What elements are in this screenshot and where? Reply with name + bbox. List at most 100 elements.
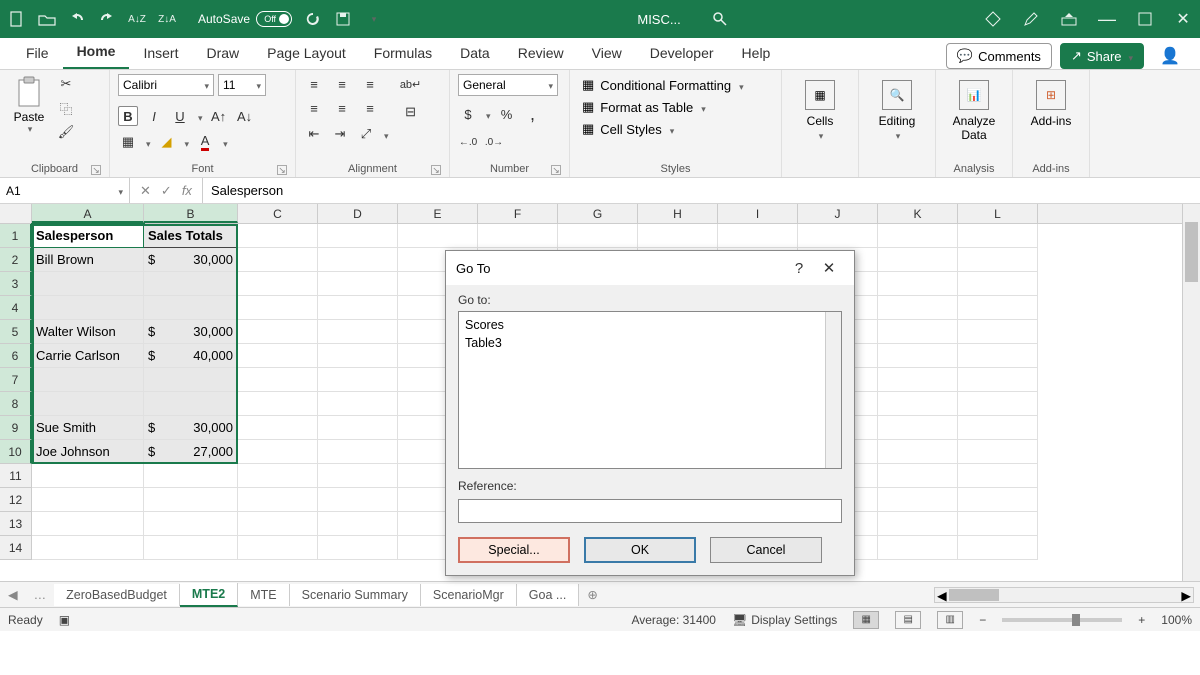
cell[interactable] (32, 536, 144, 560)
cell[interactable] (238, 416, 318, 440)
cell-styles-button[interactable]: ▦Cell Styles (578, 120, 748, 138)
decrease-indent-icon[interactable]: ⇤ (304, 124, 324, 144)
align-center-icon[interactable]: ≡ (332, 98, 352, 118)
cell[interactable] (958, 296, 1038, 320)
sheet-tab[interactable]: MTE2 (180, 583, 238, 607)
align-top-icon[interactable]: ≡ (304, 74, 324, 94)
cell[interactable] (238, 488, 318, 512)
cell[interactable]: Carrie Carlson (32, 344, 144, 368)
cell[interactable] (878, 488, 958, 512)
italic-button[interactable]: I (144, 106, 164, 126)
display-settings-button[interactable]: 🖥Display Settings (732, 613, 837, 627)
cell[interactable] (878, 464, 958, 488)
column-header[interactable]: L (958, 204, 1038, 223)
currency-icon[interactable]: $ (458, 104, 478, 124)
align-bottom-icon[interactable]: ≡ (360, 74, 380, 94)
cell[interactable]: Walter Wilson (32, 320, 144, 344)
merge-center-icon[interactable]: ⊟ (401, 102, 421, 122)
underline-more[interactable] (196, 109, 203, 124)
autosave-toggle[interactable]: AutoSave Off (198, 11, 292, 27)
pen-icon[interactable] (1022, 10, 1040, 28)
format-painter-icon[interactable]: 🖌 (56, 122, 76, 142)
cell[interactable] (238, 248, 318, 272)
cell[interactable] (958, 248, 1038, 272)
cell[interactable] (878, 368, 958, 392)
tab-view[interactable]: View (578, 39, 636, 69)
cell[interactable] (238, 368, 318, 392)
column-header[interactable]: D (318, 204, 398, 223)
open-file-icon[interactable] (38, 10, 56, 28)
cell[interactable] (878, 440, 958, 464)
cell[interactable] (318, 296, 398, 320)
cell[interactable] (144, 392, 238, 416)
column-header[interactable]: C (238, 204, 318, 223)
wrap-text-icon[interactable]: ab↵ (401, 74, 421, 94)
cell[interactable] (878, 272, 958, 296)
cells-button[interactable]: ▦Cells (790, 74, 850, 142)
cell[interactable] (32, 392, 144, 416)
cell[interactable] (238, 296, 318, 320)
percent-icon[interactable]: % (497, 104, 517, 124)
cell[interactable]: Joe Johnson (32, 440, 144, 464)
confirm-formula-icon[interactable]: ✓ (161, 183, 172, 199)
row-header[interactable]: 4 (0, 296, 32, 320)
row-header[interactable]: 2 (0, 248, 32, 272)
sheet-tab[interactable]: Goa ... (517, 584, 580, 606)
row-header[interactable]: 9 (0, 416, 32, 440)
cell[interactable] (144, 512, 238, 536)
row-header[interactable]: 14 (0, 536, 32, 560)
cell[interactable] (958, 224, 1038, 248)
cell[interactable] (32, 296, 144, 320)
borders-button[interactable]: ▦ (118, 132, 138, 152)
column-header[interactable]: H (638, 204, 718, 223)
font-name-combo[interactable]: Calibri (118, 74, 214, 96)
ok-button[interactable]: OK (584, 537, 696, 563)
cell[interactable] (478, 224, 558, 248)
row-header[interactable]: 12 (0, 488, 32, 512)
tab-help[interactable]: Help (728, 39, 785, 69)
cell[interactable] (32, 464, 144, 488)
sheet-tab[interactable]: ScenarioMgr (421, 584, 517, 606)
cell[interactable] (144, 536, 238, 560)
column-header[interactable]: G (558, 204, 638, 223)
sheet-nav-more[interactable]: … (26, 588, 55, 602)
sheet-nav-prev[interactable]: ◀ (0, 587, 26, 602)
column-header[interactable]: E (398, 204, 478, 223)
cell[interactable]: Salesperson (32, 224, 144, 248)
dialog-close-icon[interactable]: ✕ (814, 259, 844, 277)
align-right-icon[interactable]: ≡ (360, 98, 380, 118)
zoom-out-icon[interactable]: − (979, 613, 986, 627)
horizontal-scrollbar[interactable]: ◀▶ (934, 587, 1194, 603)
tab-page-layout[interactable]: Page Layout (253, 39, 360, 69)
tab-home[interactable]: Home (63, 37, 130, 69)
cell[interactable] (32, 272, 144, 296)
sort-asc-icon[interactable]: A↓Z (128, 10, 146, 28)
copy-icon[interactable]: ⿻ (56, 98, 76, 118)
share-button[interactable]: ↗Share (1060, 43, 1144, 69)
cell[interactable] (318, 224, 398, 248)
cell[interactable] (958, 488, 1038, 512)
addins-button[interactable]: ⊞Add-ins (1021, 74, 1081, 128)
save-icon[interactable] (334, 10, 352, 28)
align-left-icon[interactable]: ≡ (304, 98, 324, 118)
column-header[interactable]: K (878, 204, 958, 223)
cell[interactable] (318, 512, 398, 536)
redo-icon[interactable] (98, 10, 116, 28)
cut-icon[interactable]: ✂ (56, 74, 76, 94)
bold-button[interactable]: B (118, 106, 138, 126)
cell[interactable] (878, 536, 958, 560)
cell[interactable] (558, 224, 638, 248)
cell[interactable] (798, 224, 878, 248)
cell[interactable] (318, 488, 398, 512)
cell[interactable] (32, 512, 144, 536)
cell[interactable] (958, 416, 1038, 440)
row-header[interactable]: 6 (0, 344, 32, 368)
cell[interactable] (238, 536, 318, 560)
undo-icon[interactable] (68, 10, 86, 28)
tab-draw[interactable]: Draw (192, 39, 253, 69)
minimize-icon[interactable]: — (1098, 10, 1116, 28)
cell[interactable] (878, 224, 958, 248)
normal-view-icon[interactable]: ▦ (853, 611, 879, 629)
cell[interactable]: $30,000 (144, 416, 238, 440)
cell[interactable]: Sue Smith (32, 416, 144, 440)
